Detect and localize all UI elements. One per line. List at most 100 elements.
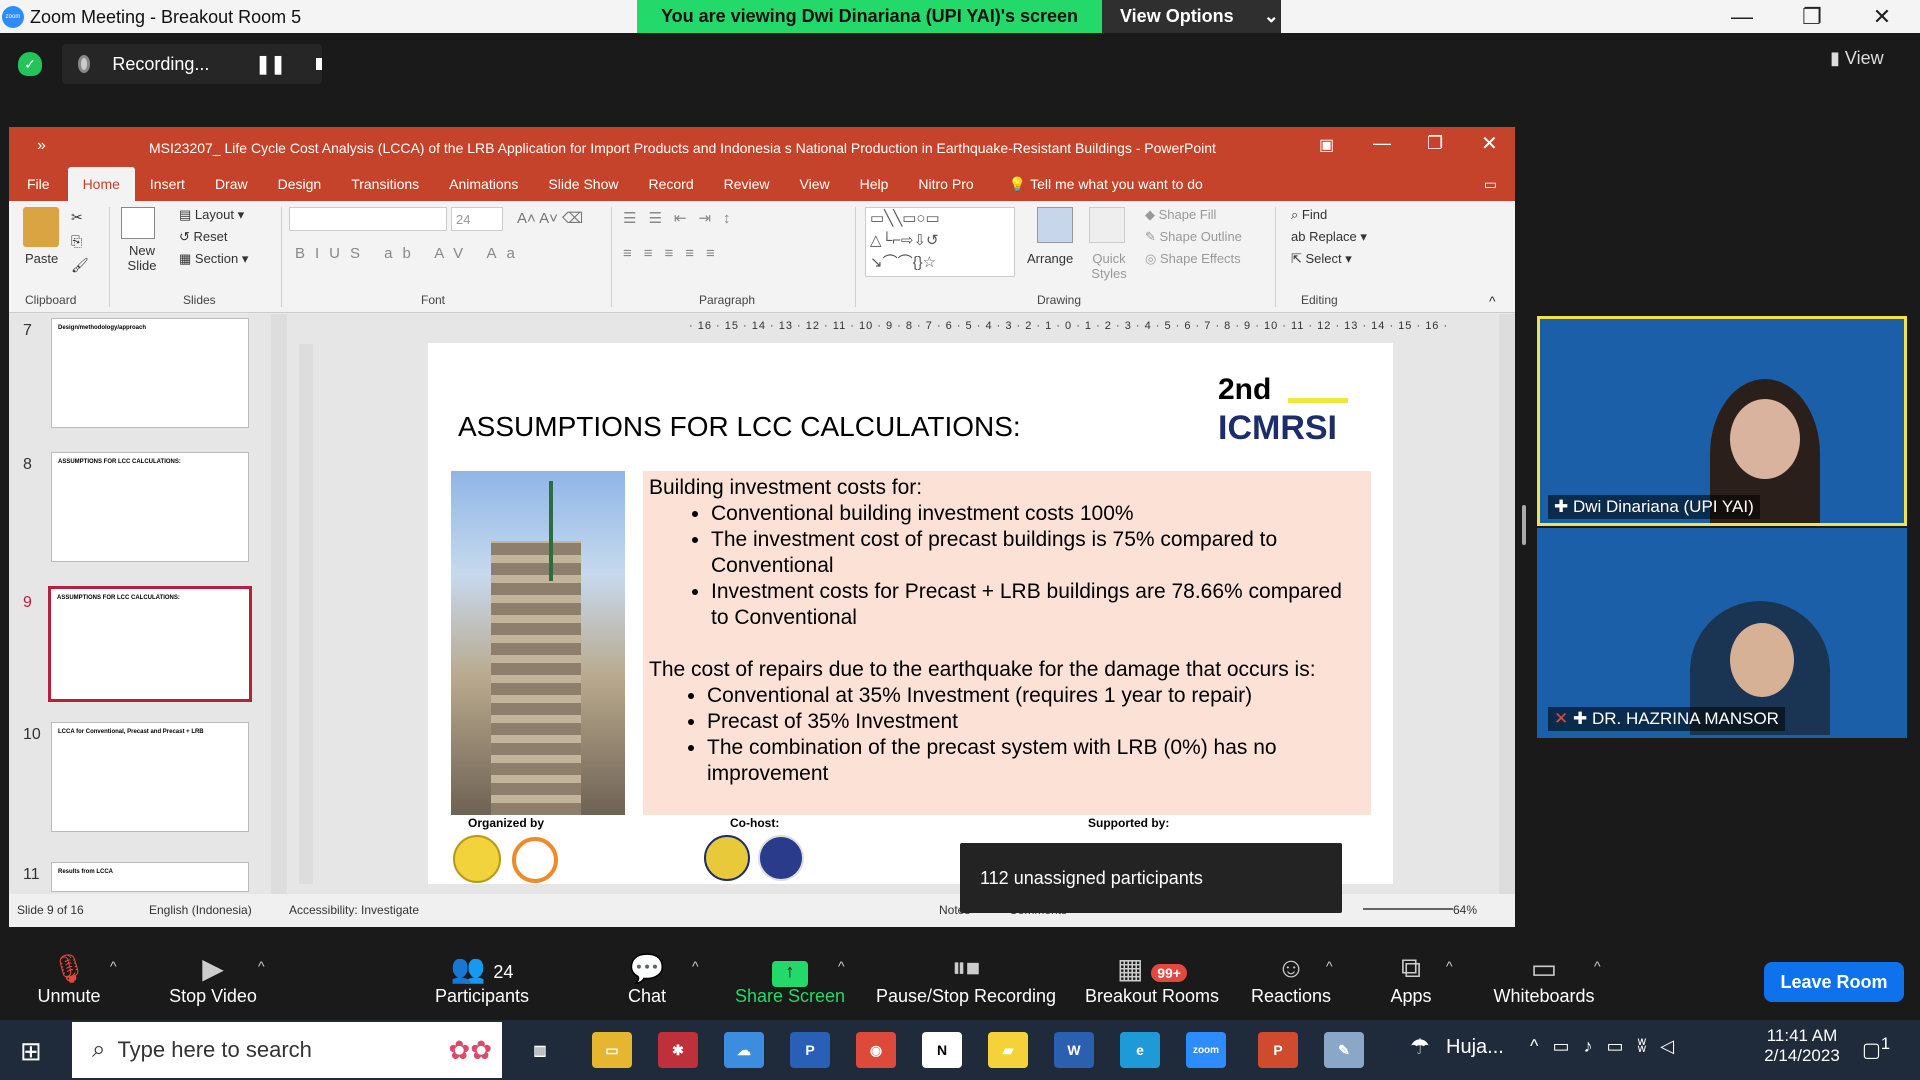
unmute-button[interactable]: 🎙 Unmute	[34, 952, 104, 1007]
tab-view[interactable]: View	[785, 176, 845, 192]
leave-room-button[interactable]: Leave Room	[1764, 962, 1904, 1002]
collapse-ribbon-icon[interactable]: ^	[1489, 293, 1496, 309]
quick-styles-icon[interactable]	[1089, 207, 1125, 243]
taskbar-search[interactable]: ⌕ Type here to search ✿✿	[72, 1022, 502, 1078]
paste-button[interactable]: Paste	[25, 251, 58, 266]
shield-icon[interactable]: ✓	[18, 52, 42, 76]
tell-me-input[interactable]: Tell me what you want to do	[1030, 176, 1203, 192]
chevron-up-icon[interactable]: ^	[1594, 958, 1601, 974]
clock[interactable]: 11:41 AM 2/14/2023	[1752, 1026, 1852, 1066]
share-screen-button[interactable]: ↑ Share Screen	[734, 952, 846, 1007]
task-view-icon[interactable]: ▥	[520, 1032, 560, 1068]
comments-icon[interactable]: ▭	[1469, 176, 1515, 193]
breakout-rooms-button[interactable]: ▦ 99+ Breakout Rooms	[1082, 952, 1222, 1007]
cut-icon[interactable]: ✂	[71, 209, 83, 226]
maximize-button[interactable]: ❐	[1782, 2, 1842, 32]
list-buttons[interactable]: ☰☰⇤⇥↕	[623, 209, 743, 227]
reactions-button[interactable]: ☺ Reactions	[1248, 952, 1334, 1007]
shape-effects-button[interactable]: ◎ Shape Effects	[1145, 251, 1241, 267]
slide-thumbnail[interactable]: Design/methodology/approach	[51, 318, 249, 428]
view-options-button[interactable]: View Options ⌄	[1102, 0, 1281, 33]
chevron-up-icon[interactable]: ^	[258, 958, 265, 974]
thumbs-scrollbar[interactable]	[271, 314, 287, 894]
font-size-adjust-icons[interactable]: A˄ A˅ ⌫	[517, 209, 583, 227]
pause-stop-recording-button[interactable]: ⏸⏹ Pause/Stop Recording	[874, 952, 1058, 1007]
language-button[interactable]: English (Indonesia)	[149, 903, 252, 917]
edit-scrollbar[interactable]	[1499, 314, 1515, 894]
system-tray-icons[interactable]: ^▭♪▭ʬ◁	[1530, 1036, 1688, 1057]
slide-thumbnail[interactable]: LCCA for Conventional, Precast and Preca…	[51, 722, 249, 832]
paint-icon[interactable]: ✎	[1324, 1032, 1364, 1068]
slide-thumbnail[interactable]: ASSUMPTIONS FOR LCC CALCULATIONS:	[51, 452, 249, 562]
app-icon[interactable]: P	[790, 1032, 830, 1068]
pause-icon[interactable]: ❚❚	[255, 54, 285, 75]
arrange-icon[interactable]	[1037, 207, 1073, 243]
sticky-notes-icon[interactable]: ▰	[988, 1032, 1028, 1068]
stop-icon[interactable]	[315, 58, 322, 70]
new-slide-icon[interactable]	[121, 207, 155, 239]
file-explorer-icon[interactable]: ▭	[592, 1032, 632, 1068]
chevron-up-icon[interactable]: ^	[1326, 958, 1333, 974]
tab-draw[interactable]: Draw	[200, 176, 263, 192]
zoom-taskbar-icon[interactable]: zoom	[1186, 1032, 1226, 1068]
video-tile[interactable]: ✕ ✚ DR. HAZRINA MANSOR	[1537, 528, 1907, 738]
arrange-button[interactable]: Arrange	[1027, 251, 1073, 266]
tab-animations[interactable]: Animations	[434, 176, 533, 192]
video-tile-speaker[interactable]: ✚ Dwi Dinariana (UPI YAI)	[1537, 316, 1907, 526]
chevron-up-icon[interactable]: ^	[1446, 958, 1453, 974]
app-icon[interactable]: ✱	[658, 1032, 698, 1068]
accessibility-button[interactable]: Accessibility: Investigate	[289, 903, 419, 917]
app-icon[interactable]: ☁	[724, 1032, 764, 1068]
reset-button[interactable]: ↺ Reset	[179, 229, 227, 245]
copy-icon[interactable]: ⎘	[71, 233, 82, 250]
slide-thumbnail-selected[interactable]: ASSUMPTIONS FOR LCC CALCULATIONS:	[48, 586, 252, 702]
quick-styles-button[interactable]: Quick Styles	[1085, 251, 1133, 281]
shape-fill-button[interactable]: ◆ Shape Fill	[1145, 207, 1216, 223]
word-icon[interactable]: W	[1054, 1032, 1094, 1068]
ribbon-display-icon[interactable]: ▣	[1319, 135, 1334, 155]
tab-nitro-pro[interactable]: Nitro Pro	[903, 176, 988, 192]
whiteboards-button[interactable]: ▭ Whiteboards	[1488, 952, 1600, 1007]
new-slide-button[interactable]: New Slide	[117, 243, 167, 273]
slide-thumbnail[interactable]: Results from LCCA	[51, 862, 249, 892]
format-painter-icon[interactable]: 🖌	[71, 257, 89, 274]
shapes-gallery[interactable]: ▭╲╲▭○▭ △└⌐⇨⇩↺ ↘⌒⌒{}☆	[865, 207, 1015, 277]
ppt-minimize-button[interactable]: —	[1373, 133, 1391, 154]
tab-home[interactable]: Home	[67, 167, 135, 201]
replace-button[interactable]: ab Replace ▾	[1291, 229, 1367, 245]
tab-slide-show[interactable]: Slide Show	[533, 176, 633, 192]
weather-icon[interactable]: ☂	[1410, 1034, 1430, 1060]
tab-record[interactable]: Record	[633, 176, 708, 192]
find-button[interactable]: ⌕ Find	[1291, 207, 1327, 223]
powerpoint-icon[interactable]: P	[1258, 1032, 1298, 1068]
ppt-restore-button[interactable]: ❐	[1427, 133, 1443, 154]
tab-design[interactable]: Design	[263, 176, 337, 192]
font-style-buttons[interactable]: BIUS ab AV Aa	[295, 245, 525, 262]
chrome-icon[interactable]: ◉	[856, 1032, 896, 1068]
zoom-level[interactable]: 64%	[1453, 903, 1477, 917]
tab-transitions[interactable]: Transitions	[336, 176, 434, 192]
ppt-close-button[interactable]: ✕	[1481, 131, 1498, 156]
section-button[interactable]: ▦ Section ▾	[179, 251, 248, 267]
tab-file[interactable]: File	[9, 176, 68, 192]
close-button[interactable]: ✕	[1852, 2, 1912, 32]
minimize-button[interactable]: —	[1712, 2, 1772, 32]
expand-icon[interactable]: »	[37, 137, 46, 155]
tab-insert[interactable]: Insert	[135, 176, 200, 192]
slide-canvas[interactable]: ASSUMPTIONS FOR LCC CALCULATIONS: 2nd IC…	[428, 343, 1393, 884]
notion-icon[interactable]: N	[922, 1032, 962, 1068]
paste-icon[interactable]	[23, 207, 59, 247]
font-name-input[interactable]	[289, 207, 447, 231]
edge-icon[interactable]: e	[1120, 1032, 1160, 1068]
gallery-resize-handle[interactable]	[1522, 505, 1526, 545]
chevron-up-icon[interactable]: ^	[692, 958, 699, 974]
font-size-input[interactable]: 24	[451, 207, 503, 231]
chevron-up-icon[interactable]: ^	[838, 958, 845, 974]
weather-text[interactable]: Huja...	[1446, 1036, 1504, 1059]
view-button[interactable]: ▮ View	[1830, 48, 1884, 69]
tab-review[interactable]: Review	[709, 176, 785, 192]
align-buttons[interactable]: ≡≡≡≡≡	[623, 245, 727, 262]
chat-button[interactable]: 💬 Chat	[622, 952, 672, 1007]
windows-start-icon[interactable]: ⊞	[20, 1036, 42, 1067]
participants-button[interactable]: 👥 24 Participants	[432, 952, 532, 1007]
